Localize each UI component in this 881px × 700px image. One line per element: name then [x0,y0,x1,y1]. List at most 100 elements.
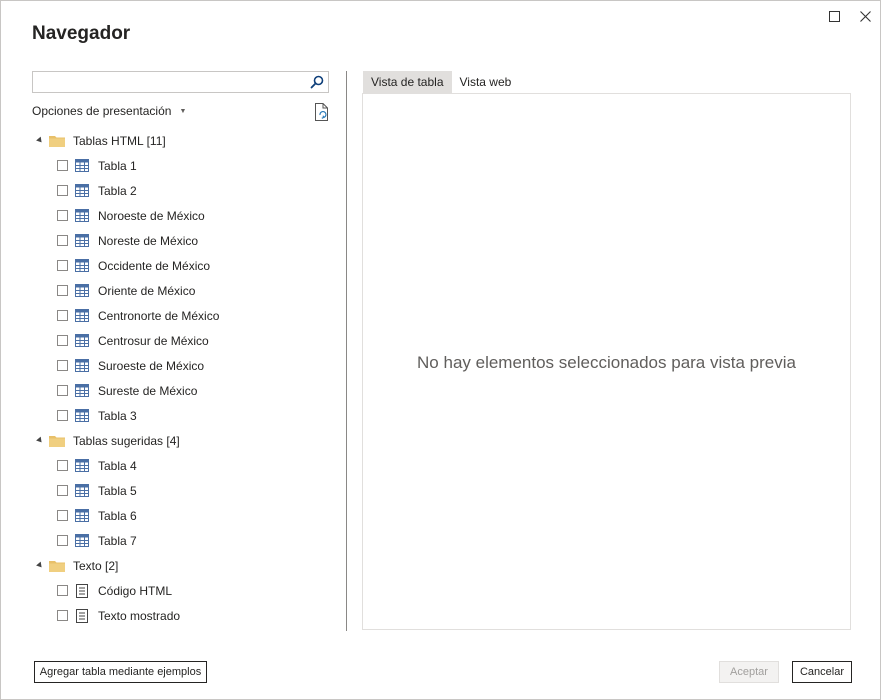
table-icon [75,484,89,497]
item-checkbox[interactable] [57,610,68,621]
add-table-by-examples-button[interactable]: Agregar tabla mediante ejemplos [34,661,207,683]
tree-item-label[interactable]: Centronorte de México [98,309,219,323]
tree-item[interactable]: Tabla 4 [32,454,332,479]
cancel-button[interactable]: Cancelar [792,661,852,683]
tree-item[interactable]: Suroeste de México [32,354,332,379]
navigator-tree: Tablas HTML [11] Tabla 1 Tabla 2 Noroeste d… [32,129,332,629]
table-icon [75,509,89,522]
table-icon [75,409,89,422]
tree-item[interactable]: Tabla 7 [32,529,332,554]
item-checkbox[interactable] [57,335,68,346]
item-checkbox[interactable] [57,185,68,196]
tree-group[interactable]: Texto [2] [32,554,332,579]
display-options-label: Opciones de presentación [32,104,172,118]
tree-group-label: Texto [2] [73,559,119,573]
item-checkbox[interactable] [57,485,68,496]
text-document-icon [75,584,89,598]
text-document-icon [75,609,89,623]
folder-icon [49,135,65,147]
tree-item-label[interactable]: Tabla 4 [98,459,137,473]
table-icon [75,309,89,322]
tree-item-label[interactable]: Centrosur de México [98,334,209,348]
close-button[interactable] [854,7,876,25]
tree-item[interactable]: Noroeste de México [32,204,332,229]
tree-item[interactable]: Occidente de México [32,254,332,279]
expand-triangle-icon[interactable] [36,561,44,570]
search-box [32,71,329,93]
tree-item-label[interactable]: Noreste de México [98,234,198,248]
tree-group-label: Tablas sugeridas [4] [73,434,180,448]
item-checkbox[interactable] [57,210,68,221]
item-checkbox[interactable] [57,310,68,321]
preview-tab[interactable]: Vista web [452,71,520,93]
item-checkbox[interactable] [57,510,68,521]
tree-item[interactable]: Código HTML [32,579,332,604]
tree-item-label[interactable]: Sureste de México [98,384,197,398]
folder-icon [49,560,65,572]
tree-item-label[interactable]: Texto mostrado [98,609,180,623]
tree-item[interactable]: Sureste de México [32,379,332,404]
table-icon [75,209,89,222]
item-checkbox[interactable] [57,285,68,296]
tree-item[interactable]: Oriente de México [32,279,332,304]
item-checkbox[interactable] [57,535,68,546]
table-icon [75,334,89,347]
folder-icon [49,435,65,447]
display-options-dropdown[interactable]: Opciones de presentación ▼ [32,104,186,118]
refresh-document-icon [315,103,328,121]
pane-divider[interactable] [346,71,347,631]
tree-item-label[interactable]: Tabla 5 [98,484,137,498]
item-checkbox[interactable] [57,460,68,471]
table-icon [75,284,89,297]
search-input[interactable] [35,73,309,93]
item-checkbox[interactable] [57,160,68,171]
table-icon [75,384,89,397]
item-checkbox[interactable] [57,385,68,396]
maximize-button[interactable] [823,7,845,25]
accept-button[interactable]: Aceptar [719,661,779,683]
tree-item[interactable]: Centrosur de México [32,329,332,354]
tree-group[interactable]: Tablas sugeridas [4] [32,429,332,454]
tree-item-label[interactable]: Noroeste de México [98,209,205,223]
maximize-icon [828,10,840,22]
table-icon [75,234,89,247]
close-icon [859,10,871,22]
tree-item[interactable]: Texto mostrado [32,604,332,629]
expand-triangle-icon[interactable] [36,436,44,445]
empty-preview-message: No hay elementos seleccionados para vist… [417,353,796,372]
item-checkbox[interactable] [57,585,68,596]
item-checkbox[interactable] [57,260,68,271]
tree-item-label[interactable]: Tabla 7 [98,534,137,548]
expand-triangle-icon[interactable] [36,136,44,145]
tree-item-label[interactable]: Tabla 1 [98,159,137,173]
tree-item[interactable]: Tabla 3 [32,404,332,429]
tree-item-label[interactable]: Tabla 2 [98,184,137,198]
tree-group[interactable]: Tablas HTML [11] [32,129,332,154]
item-checkbox[interactable] [57,360,68,371]
tree-item-label[interactable]: Occidente de México [98,259,210,273]
tree-item[interactable]: Tabla 2 [32,179,332,204]
tree-item[interactable]: Tabla 1 [32,154,332,179]
tree-item[interactable]: Noreste de México [32,229,332,254]
tree-item-label[interactable]: Tabla 6 [98,509,137,523]
refresh-button[interactable] [313,102,331,122]
tree-item-label[interactable]: Tabla 3 [98,409,137,423]
chevron-down-icon: ▼ [179,107,187,115]
preview-tab[interactable]: Vista de tabla [363,71,452,93]
table-icon [75,259,89,272]
table-icon [75,159,89,172]
search-button[interactable] [309,74,325,90]
tree-item[interactable]: Tabla 6 [32,504,332,529]
tree-item[interactable]: Centronorte de México [32,304,332,329]
table-icon [75,359,89,372]
table-icon [75,459,89,472]
tree-item-label[interactable]: Oriente de México [98,284,195,298]
tree-item-label[interactable]: Suroeste de México [98,359,204,373]
tree-item[interactable]: Tabla 5 [32,479,332,504]
tree-item-label[interactable]: Código HTML [98,584,172,598]
item-checkbox[interactable] [57,410,68,421]
item-checkbox[interactable] [57,235,68,246]
tree-group-label: Tablas HTML [11] [73,134,166,148]
table-icon [75,184,89,197]
preview-tabs: Vista de tabla Vista web [363,71,519,93]
